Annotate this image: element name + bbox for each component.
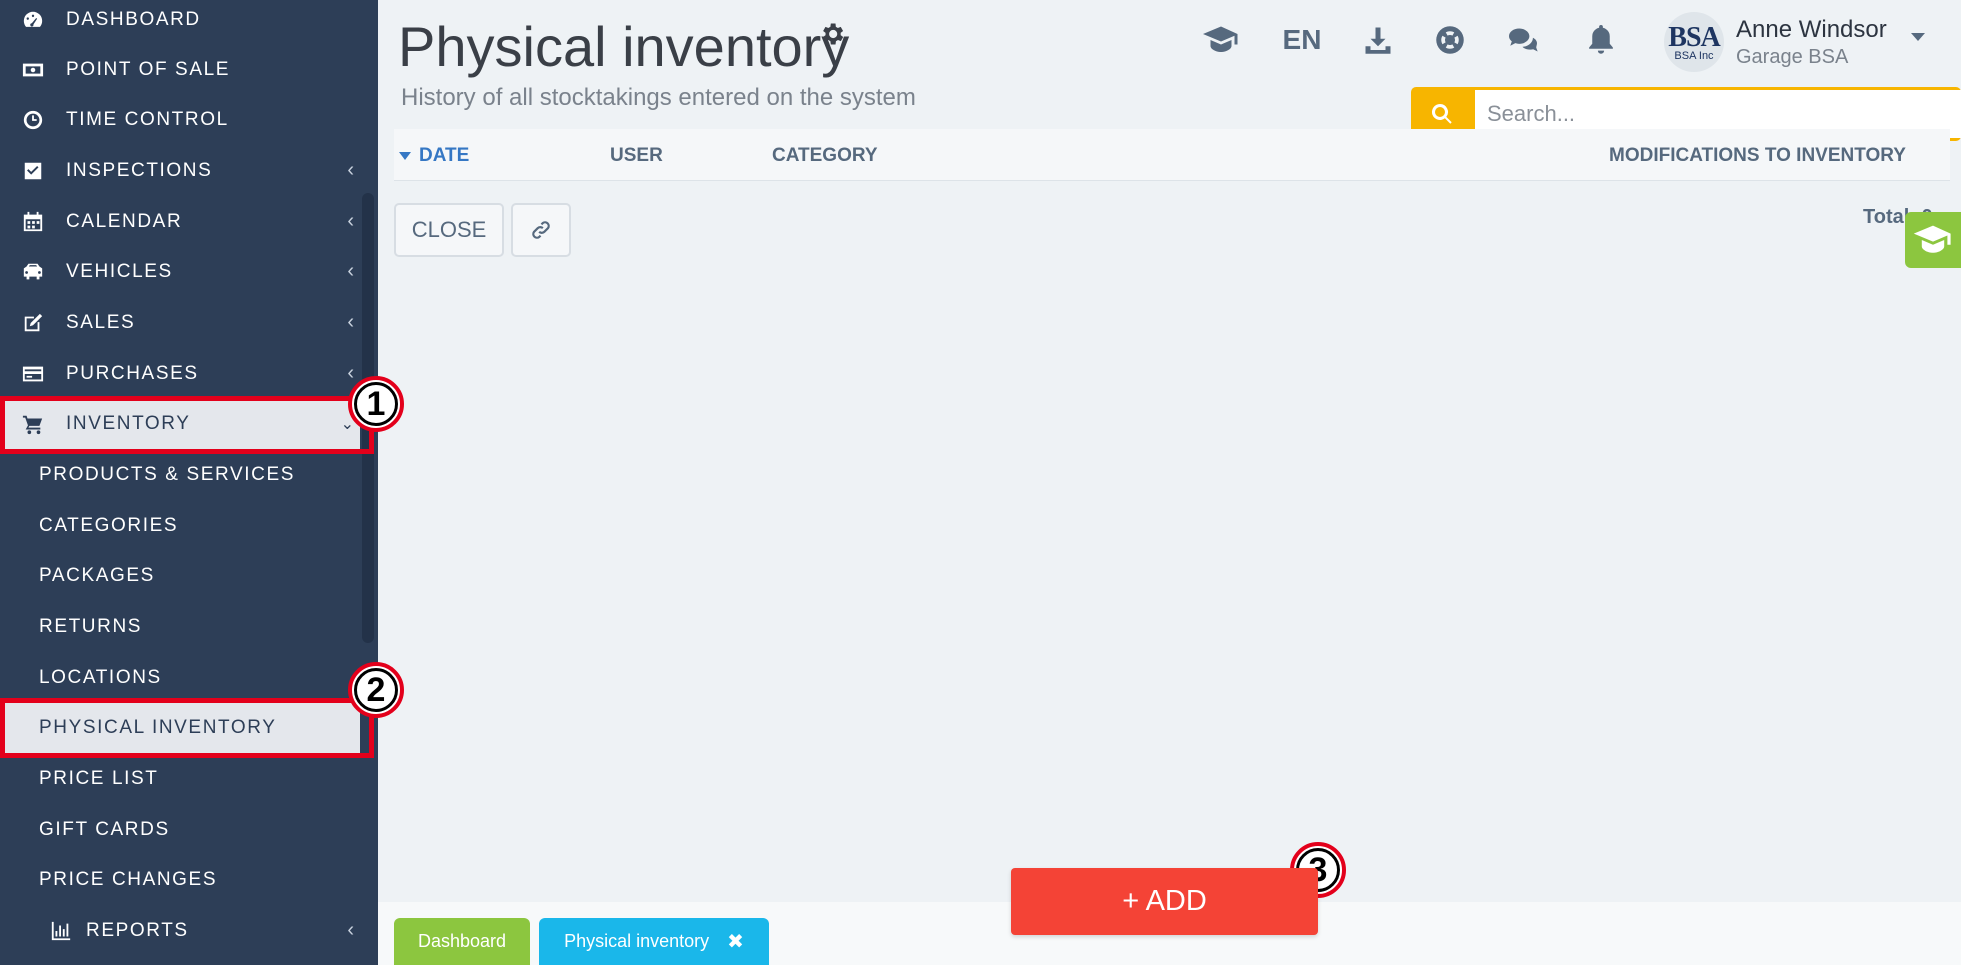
sidebar-subitem-label: PACKAGES (39, 565, 155, 586)
sidebar-item-purchases[interactable]: PURCHASES ‹ (0, 349, 360, 399)
close-icon[interactable]: ✖ (727, 929, 744, 954)
callout-badge-2: 2 (348, 662, 404, 718)
sidebar-item-label: TIME CONTROL (66, 109, 229, 130)
chevron-left-icon: ‹ (347, 210, 354, 232)
sidebar-subitem-label: PRICE LIST (39, 768, 159, 789)
chevron-left-icon: ‹ (347, 362, 354, 384)
download-icon[interactable] (1360, 22, 1396, 58)
lifebuoy-icon[interactable] (1432, 22, 1468, 58)
chat-icon[interactable] (1504, 22, 1542, 58)
sidebar-subitem-price-changes[interactable]: PRICE CHANGES (0, 855, 360, 905)
sidebar-subitem-price-list[interactable]: PRICE LIST (0, 754, 360, 804)
column-header-category[interactable]: CATEGORY (772, 145, 878, 167)
sidebar-subitem-label: LOCATIONS (39, 667, 162, 688)
link-icon (532, 221, 550, 239)
table-header: DATE USER CATEGORY MODIFICATIONS TO INVE… (394, 129, 1950, 181)
sidebar-item-sales[interactable]: SALES ‹ (0, 298, 360, 348)
sidebar-subitem-label: CATEGORIES (39, 515, 179, 536)
user-name[interactable]: Anne Windsor (1736, 16, 1887, 44)
callout-number: 2 (354, 668, 398, 712)
calendar-icon (10, 210, 56, 234)
tab-dashboard[interactable]: Dashboard (394, 918, 530, 965)
avatar[interactable]: BSA BSA Inc (1664, 12, 1724, 72)
page-subtitle: History of all stocktakings entered on t… (401, 84, 916, 111)
sidebar-item-label: INVENTORY (66, 413, 191, 434)
sidebar-subitem-locations[interactable]: LOCATIONS (0, 653, 360, 703)
column-header-label: DATE (419, 145, 470, 166)
sidebar-item-vehicles[interactable]: VEHICLES ‹ (0, 247, 360, 297)
language-selector[interactable]: EN (1280, 22, 1324, 58)
tab-label: Physical inventory (564, 931, 710, 951)
sidebar-item-inspections[interactable]: INSPECTIONS ‹ (0, 146, 360, 196)
sidebar-subitem-gift-cards[interactable]: GIFT CARDS (0, 805, 360, 855)
sidebar-item-label: INSPECTIONS (66, 160, 213, 181)
dashboard-gauge-icon (10, 8, 56, 32)
sidebar-item-label: DASHBOARD (66, 9, 201, 30)
search-icon (1431, 103, 1452, 124)
sort-descending-icon (399, 151, 411, 160)
sidebar-item-label: POINT OF SALE (66, 59, 231, 80)
sidebar-subitem-label: PRICE CHANGES (39, 869, 218, 890)
user-organization: Garage BSA (1736, 46, 1849, 68)
add-button[interactable]: + ADD (1011, 868, 1318, 935)
column-header-user[interactable]: USER (610, 145, 663, 167)
sidebar: DASHBOARD POINT OF SALE TIME CONTROL INS… (0, 0, 378, 965)
sidebar-subitem-label: GIFT CARDS (39, 819, 170, 840)
column-header-modifications[interactable]: MODIFICATIONS TO INVENTORY (1609, 145, 1906, 167)
column-header-date[interactable]: DATE (399, 145, 469, 167)
callout-number: 1 (354, 382, 398, 426)
edit-icon (10, 311, 56, 335)
sidebar-item-calendar[interactable]: CALENDAR ‹ (0, 197, 360, 247)
sidebar-item-inventory[interactable]: INVENTORY ⌄ (0, 399, 360, 449)
sidebar-subitem-label: PHYSICAL INVENTORY (39, 717, 277, 738)
sidebar-item-point-of-sale[interactable]: POINT OF SALE (0, 45, 360, 95)
page-settings-gear-icon[interactable] (818, 20, 846, 48)
close-button[interactable]: CLOSE (394, 203, 504, 257)
sidebar-item-label: REPORTS (86, 920, 189, 941)
car-icon (10, 260, 56, 284)
graduation-cap-icon[interactable] (1200, 22, 1242, 58)
checkbox-icon (10, 159, 56, 183)
sidebar-subitem-products-services[interactable]: PRODUCTS & SERVICES (0, 450, 360, 500)
sidebar-item-label: SALES (66, 312, 136, 333)
help-tutorial-tab[interactable] (1905, 212, 1961, 268)
money-bill-icon (10, 58, 56, 82)
sidebar-subitem-label: RETURNS (39, 616, 143, 637)
chevron-left-icon: ‹ (347, 159, 354, 181)
sidebar-subitem-categories[interactable]: CATEGORIES (0, 501, 360, 551)
page-title: Physical inventory (398, 15, 850, 78)
sidebar-subitem-label: PRODUCTS & SERVICES (39, 464, 295, 485)
sidebar-item-label: VEHICLES (66, 261, 173, 282)
link-button[interactable] (511, 203, 571, 257)
graduation-cap-icon (1913, 225, 1951, 253)
sidebar-subitem-returns[interactable]: RETURNS (0, 602, 360, 652)
user-menu-caret-icon[interactable] (1911, 33, 1925, 41)
sidebar-item-dashboard[interactable]: DASHBOARD (0, 0, 360, 45)
bar-chart-icon (38, 919, 84, 943)
sidebar-item-label: PURCHASES (66, 363, 199, 384)
avatar-logo-subtext: BSA Inc (1674, 50, 1714, 62)
sidebar-subitem-packages[interactable]: PACKAGES (0, 551, 360, 601)
sidebar-item-time-control[interactable]: TIME CONTROL (0, 95, 360, 145)
tab-physical-inventory[interactable]: Physical inventory ✖ (539, 918, 769, 965)
chevron-left-icon: ‹ (347, 919, 354, 941)
clock-icon (10, 108, 56, 132)
sidebar-subitem-physical-inventory[interactable]: PHYSICAL INVENTORY (0, 703, 360, 753)
credit-card-icon (10, 362, 56, 386)
chevron-left-icon: ‹ (347, 260, 354, 282)
cart-icon (10, 412, 56, 436)
bell-icon[interactable] (1586, 22, 1616, 58)
callout-badge-1: 1 (348, 376, 404, 432)
chevron-left-icon: ‹ (347, 311, 354, 333)
sidebar-item-reports[interactable]: REPORTS ‹ (0, 906, 360, 956)
sidebar-item-label: CALENDAR (66, 211, 183, 232)
